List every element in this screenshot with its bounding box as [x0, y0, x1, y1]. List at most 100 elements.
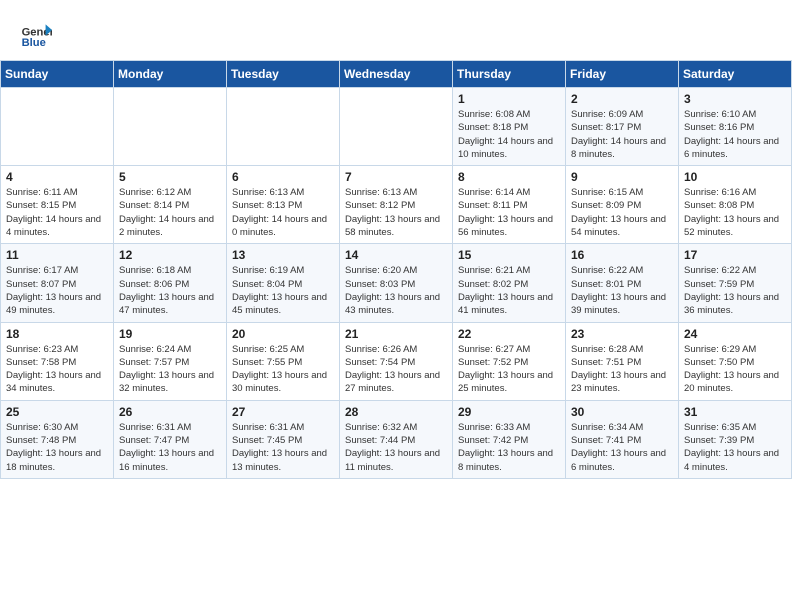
- calendar-cell: 10 Sunrise: 6:16 AM Sunset: 8:08 PM Dayli…: [679, 166, 792, 244]
- day-number: 15: [458, 248, 560, 262]
- day-number: 21: [345, 327, 447, 341]
- day-info: Sunrise: 6:13 AM Sunset: 8:12 PM Dayligh…: [345, 186, 447, 239]
- logo-icon: General Blue: [20, 18, 52, 50]
- calendar-cell: 28 Sunrise: 6:32 AM Sunset: 7:44 PM Dayli…: [340, 400, 453, 478]
- calendar-cell: 9Sunrise: 6:15 AM Sunset: 8:09 PM Daylig…: [566, 166, 679, 244]
- calendar-cell: 8Sunrise: 6:14 AM Sunset: 8:11 PM Daylig…: [453, 166, 566, 244]
- day-number: 16: [571, 248, 673, 262]
- calendar-week-row: 18 Sunrise: 6:23 AM Sunset: 7:58 PM Dayli…: [1, 322, 792, 400]
- calendar-cell: 24 Sunrise: 6:29 AM Sunset: 7:50 PM Dayli…: [679, 322, 792, 400]
- day-of-week-header: Friday: [566, 61, 679, 88]
- day-number: 25: [6, 405, 108, 419]
- day-number: 12: [119, 248, 221, 262]
- day-info: Sunrise: 6:31 AM Sunset: 7:45 PM Dayligh…: [232, 421, 334, 474]
- day-number: 18: [6, 327, 108, 341]
- calendar-cell: 27 Sunrise: 6:31 AM Sunset: 7:45 PM Dayli…: [227, 400, 340, 478]
- day-number: 14: [345, 248, 447, 262]
- day-info: Sunrise: 6:27 AM Sunset: 7:52 PM Dayligh…: [458, 343, 560, 396]
- day-of-week-header: Sunday: [1, 61, 114, 88]
- calendar-week-row: 4 Sunrise: 6:11 AM Sunset: 8:15 PM Daylig…: [1, 166, 792, 244]
- calendar-cell: 22 Sunrise: 6:27 AM Sunset: 7:52 PM Dayli…: [453, 322, 566, 400]
- day-info: Sunrise: 6:23 AM Sunset: 7:58 PM Dayligh…: [6, 343, 108, 396]
- day-info: Sunrise: 6:16 AM Sunset: 8:08 PM Dayligh…: [684, 186, 786, 239]
- calendar-cell: 25Sunrise: 6:30 AM Sunset: 7:48 PM Dayli…: [1, 400, 114, 478]
- day-of-week-header: Monday: [114, 61, 227, 88]
- day-number: 28: [345, 405, 447, 419]
- day-number: 2: [571, 92, 673, 106]
- day-number: 3: [684, 92, 786, 106]
- day-info: Sunrise: 6:19 AM Sunset: 8:04 PM Dayligh…: [232, 264, 334, 317]
- day-number: 30: [571, 405, 673, 419]
- day-info: Sunrise: 6:09 AM Sunset: 8:17 PM Dayligh…: [571, 108, 673, 161]
- calendar-cell: 21 Sunrise: 6:26 AM Sunset: 7:54 PM Dayli…: [340, 322, 453, 400]
- calendar-cell: 13 Sunrise: 6:19 AM Sunset: 8:04 PM Dayli…: [227, 244, 340, 322]
- calendar-week-row: 11 Sunrise: 6:17 AM Sunset: 8:07 PM Dayli…: [1, 244, 792, 322]
- calendar-cell: 26Sunrise: 6:31 AM Sunset: 7:47 PM Dayli…: [114, 400, 227, 478]
- day-of-week-header: Wednesday: [340, 61, 453, 88]
- calendar-cell: [340, 88, 453, 166]
- day-number: 23: [571, 327, 673, 341]
- day-info: Sunrise: 6:28 AM Sunset: 7:51 PM Dayligh…: [571, 343, 673, 396]
- day-number: 22: [458, 327, 560, 341]
- day-number: 24: [684, 327, 786, 341]
- day-of-week-header: Saturday: [679, 61, 792, 88]
- calendar-cell: 18 Sunrise: 6:23 AM Sunset: 7:58 PM Dayli…: [1, 322, 114, 400]
- day-info: Sunrise: 6:32 AM Sunset: 7:44 PM Dayligh…: [345, 421, 447, 474]
- day-number: 13: [232, 248, 334, 262]
- calendar-cell: 5 Sunrise: 6:12 AM Sunset: 8:14 PM Daylig…: [114, 166, 227, 244]
- calendar-cell: 4 Sunrise: 6:11 AM Sunset: 8:15 PM Daylig…: [1, 166, 114, 244]
- day-number: 7: [345, 170, 447, 184]
- calendar-cell: 2 Sunrise: 6:09 AM Sunset: 8:17 PM Daylig…: [566, 88, 679, 166]
- calendar-cell: [1, 88, 114, 166]
- day-number: 11: [6, 248, 108, 262]
- day-info: Sunrise: 6:20 AM Sunset: 8:03 PM Dayligh…: [345, 264, 447, 317]
- calendar-cell: 31 Sunrise: 6:35 AM Sunset: 7:39 PM Dayli…: [679, 400, 792, 478]
- day-number: 1: [458, 92, 560, 106]
- calendar-week-row: 25Sunrise: 6:30 AM Sunset: 7:48 PM Dayli…: [1, 400, 792, 478]
- day-number: 20: [232, 327, 334, 341]
- logo: General Blue: [20, 18, 52, 50]
- day-number: 17: [684, 248, 786, 262]
- day-info: Sunrise: 6:13 AM Sunset: 8:13 PM Dayligh…: [232, 186, 334, 239]
- calendar-cell: [114, 88, 227, 166]
- day-info: Sunrise: 6:08 AM Sunset: 8:18 PM Dayligh…: [458, 108, 560, 161]
- day-of-week-header: Tuesday: [227, 61, 340, 88]
- day-info: Sunrise: 6:29 AM Sunset: 7:50 PM Dayligh…: [684, 343, 786, 396]
- calendar-header-row: SundayMondayTuesdayWednesdayThursdayFrid…: [1, 61, 792, 88]
- day-number: 10: [684, 170, 786, 184]
- day-info: Sunrise: 6:12 AM Sunset: 8:14 PM Dayligh…: [119, 186, 221, 239]
- day-info: Sunrise: 6:34 AM Sunset: 7:41 PM Dayligh…: [571, 421, 673, 474]
- calendar-cell: 14 Sunrise: 6:20 AM Sunset: 8:03 PM Dayli…: [340, 244, 453, 322]
- day-info: Sunrise: 6:17 AM Sunset: 8:07 PM Dayligh…: [6, 264, 108, 317]
- day-info: Sunrise: 6:14 AM Sunset: 8:11 PM Dayligh…: [458, 186, 560, 239]
- calendar-cell: 17 Sunrise: 6:22 AM Sunset: 7:59 PM Dayli…: [679, 244, 792, 322]
- svg-text:Blue: Blue: [22, 37, 46, 49]
- calendar-cell: 16 Sunrise: 6:22 AM Sunset: 8:01 PM Dayli…: [566, 244, 679, 322]
- day-number: 27: [232, 405, 334, 419]
- day-info: Sunrise: 6:33 AM Sunset: 7:42 PM Dayligh…: [458, 421, 560, 474]
- calendar-cell: 30 Sunrise: 6:34 AM Sunset: 7:41 PM Dayli…: [566, 400, 679, 478]
- day-info: Sunrise: 6:24 AM Sunset: 7:57 PM Dayligh…: [119, 343, 221, 396]
- calendar-cell: 7 Sunrise: 6:13 AM Sunset: 8:12 PM Daylig…: [340, 166, 453, 244]
- day-info: Sunrise: 6:22 AM Sunset: 7:59 PM Dayligh…: [684, 264, 786, 317]
- day-number: 26: [119, 405, 221, 419]
- day-of-week-header: Thursday: [453, 61, 566, 88]
- calendar-cell: 19 Sunrise: 6:24 AM Sunset: 7:57 PM Dayli…: [114, 322, 227, 400]
- calendar-cell: 3Sunrise: 6:10 AM Sunset: 8:16 PM Daylig…: [679, 88, 792, 166]
- day-number: 4: [6, 170, 108, 184]
- day-info: Sunrise: 6:22 AM Sunset: 8:01 PM Dayligh…: [571, 264, 673, 317]
- calendar-cell: 1 Sunrise: 6:08 AM Sunset: 8:18 PM Daylig…: [453, 88, 566, 166]
- day-number: 19: [119, 327, 221, 341]
- day-number: 9: [571, 170, 673, 184]
- calendar-cell: 23 Sunrise: 6:28 AM Sunset: 7:51 PM Dayli…: [566, 322, 679, 400]
- page-header: General Blue: [0, 0, 792, 60]
- calendar-cell: 11 Sunrise: 6:17 AM Sunset: 8:07 PM Dayli…: [1, 244, 114, 322]
- day-number: 31: [684, 405, 786, 419]
- day-number: 5: [119, 170, 221, 184]
- day-info: Sunrise: 6:35 AM Sunset: 7:39 PM Dayligh…: [684, 421, 786, 474]
- day-info: Sunrise: 6:11 AM Sunset: 8:15 PM Dayligh…: [6, 186, 108, 239]
- day-info: Sunrise: 6:26 AM Sunset: 7:54 PM Dayligh…: [345, 343, 447, 396]
- calendar-cell: 15Sunrise: 6:21 AM Sunset: 8:02 PM Dayli…: [453, 244, 566, 322]
- calendar-week-row: 1 Sunrise: 6:08 AM Sunset: 8:18 PM Daylig…: [1, 88, 792, 166]
- day-number: 6: [232, 170, 334, 184]
